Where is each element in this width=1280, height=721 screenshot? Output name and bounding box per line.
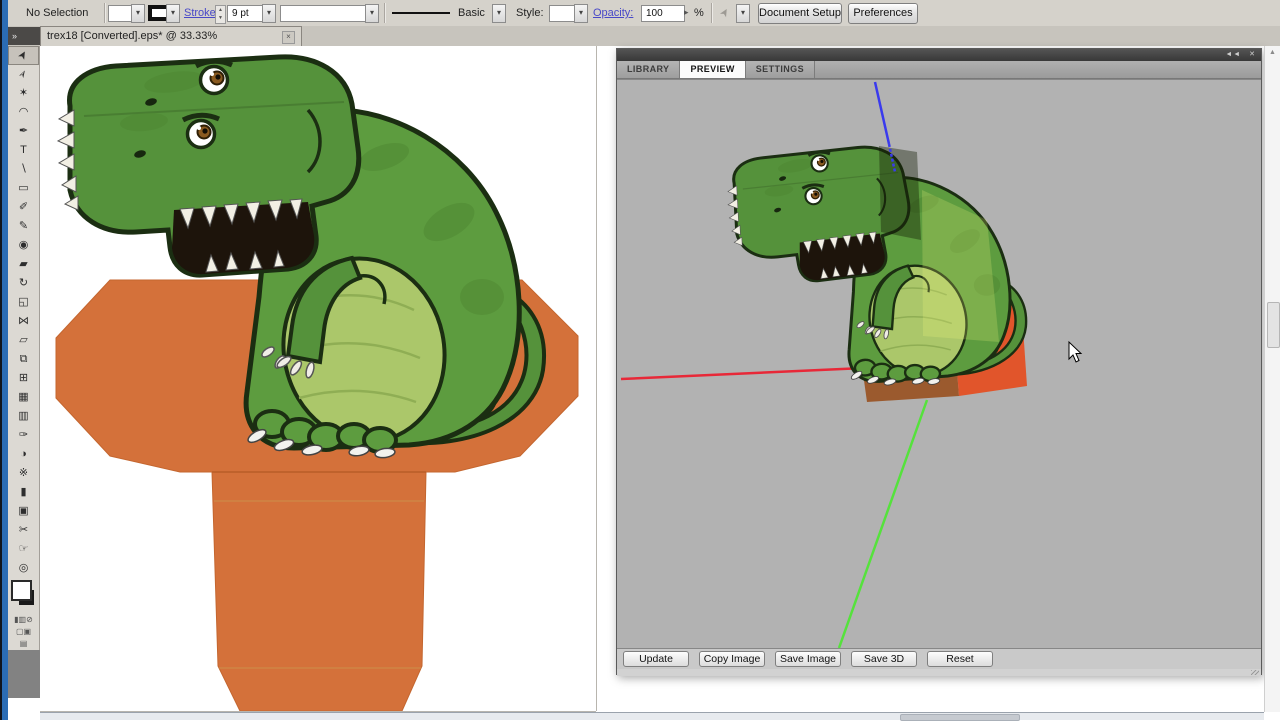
opacity-unit: %	[694, 7, 704, 19]
opacity-spinner-icon[interactable]: ▸	[684, 7, 689, 18]
stroke-weight-value[interactable]: 9 pt	[227, 5, 267, 22]
column-graph-tool[interactable]: ▮	[8, 483, 39, 502]
color-mode-buttons[interactable]: ▮▥⊘	[8, 614, 39, 626]
direct-selection-tool[interactable]: ➢	[8, 65, 39, 84]
separator	[384, 3, 385, 23]
save-3d-button[interactable]: Save 3D	[851, 651, 917, 667]
rectangle-tool[interactable]: ▭	[8, 179, 39, 198]
separator	[711, 3, 712, 23]
panel-header[interactable]: ◄◄ ✕	[617, 49, 1261, 61]
update-button[interactable]: Update	[623, 651, 689, 667]
document-tab-close-icon[interactable]: ×	[282, 31, 295, 44]
zoom-tool[interactable]: ◎	[8, 559, 39, 578]
perspective-grid-tool[interactable]: ⊞	[8, 369, 39, 388]
tools-panel-header[interactable]: »	[8, 27, 40, 45]
panel-resize-grip[interactable]	[617, 669, 1261, 676]
opacity-value[interactable]: 100	[641, 5, 685, 22]
mesh-tool[interactable]: ▦	[8, 388, 39, 407]
stroke-dropdown-arrow-icon[interactable]: ▾	[166, 4, 180, 23]
preferences-button[interactable]: Preferences	[848, 3, 918, 24]
type-tool[interactable]: T	[8, 141, 39, 160]
preview-panel: ◄◄ ✕ LIBRARYPREVIEWSETTINGS	[616, 48, 1262, 675]
panel-button-row: Update Copy Image Save Image Save 3D Reset	[617, 649, 1261, 669]
stroke-panel-link[interactable]: Stroke:	[184, 7, 219, 19]
drawing-mode-button[interactable]: ▢▣	[8, 626, 39, 638]
panel-close-icon[interactable]: ✕	[1249, 51, 1256, 58]
document-tab-strip: » × trex18 [Converted].eps* @ 33.33% (CM…	[8, 26, 1280, 46]
symbol-sprayer-tool[interactable]: ※	[8, 464, 39, 483]
toolbar-footer	[8, 650, 40, 698]
selection-status: No Selection	[26, 7, 88, 19]
shape-builder-tool[interactable]: ⧉	[8, 350, 39, 369]
artboard-canvas[interactable]	[40, 46, 597, 711]
style-label: Style:	[516, 7, 544, 19]
fill-stroke-indicator	[8, 578, 39, 614]
fill-color-dropdown[interactable]	[108, 5, 132, 22]
tab-settings[interactable]: SETTINGS	[746, 61, 815, 78]
fill-swatch[interactable]	[11, 580, 32, 601]
save-image-button[interactable]: Save Image	[775, 651, 841, 667]
document-tab[interactable]: × trex18 [Converted].eps* @ 33.33% (CMYK…	[40, 26, 302, 46]
blob-brush-tool[interactable]: ◉	[8, 236, 39, 255]
select-similar-arrow-icon[interactable]: ▾	[736, 4, 750, 23]
opacity-panel-link[interactable]: Opacity:	[593, 7, 633, 19]
gradient-tool[interactable]: ▥	[8, 407, 39, 426]
free-transform-tool[interactable]: ▱	[8, 331, 39, 350]
tab-preview[interactable]: PREVIEW	[680, 61, 745, 78]
vertical-scrollbar-thumb[interactable]	[1267, 302, 1280, 348]
selection-tool[interactable]: ➤	[8, 46, 39, 65]
select-similar-icon[interactable]: ➤	[720, 6, 729, 19]
illustrator-window: { "control_bar": { "selection_status": "…	[0, 0, 1280, 720]
window-edge	[0, 0, 8, 720]
horizontal-scrollbar[interactable]	[40, 712, 1264, 720]
width-tool[interactable]: ⋈	[8, 312, 39, 331]
brush-arrow-icon[interactable]: ▾	[492, 4, 506, 23]
copy-image-button[interactable]: Copy Image	[699, 651, 765, 667]
screen-mode-button[interactable]: ▤	[8, 638, 39, 650]
pencil-tool[interactable]: ✎	[8, 217, 39, 236]
tab-library[interactable]: LIBRARY	[617, 61, 680, 78]
eyedropper-tool[interactable]: ✑	[8, 426, 39, 445]
tools-panel: ➤➢✶◠✒T∖▭✐✎◉▰↻◱⋈▱⧉⊞▦▥✑◑※▮▣✂☞◎ ▮▥⊘▢▣▤	[8, 46, 40, 650]
document-setup-button[interactable]: Document Setup	[758, 3, 842, 24]
stroke-weight-arrow-icon[interactable]: ▾	[262, 4, 276, 23]
eraser-tool[interactable]: ▰	[8, 255, 39, 274]
magic-wand-tool[interactable]: ✶	[8, 84, 39, 103]
preview-3d-viewport[interactable]	[617, 79, 1261, 649]
panel-tabs: LIBRARYPREVIEWSETTINGS	[617, 61, 1261, 79]
reset-button[interactable]: Reset	[927, 651, 993, 667]
pen-tool[interactable]: ✒	[8, 122, 39, 141]
stroke-weight-stepper[interactable]: ▲▼	[215, 5, 226, 24]
rotate-tool[interactable]: ↻	[8, 274, 39, 293]
slice-tool[interactable]: ✂	[8, 521, 39, 540]
artboard-tool[interactable]: ▣	[8, 502, 39, 521]
control-bar: No Selection ▾ ▾ Stroke: ▲▼ 9 pt ▾ ▾ Bas…	[8, 0, 1280, 27]
paintbrush-tool[interactable]: ✐	[8, 198, 39, 217]
panel-collapse-icon[interactable]: ◄◄	[1225, 51, 1241, 58]
separator	[104, 3, 105, 23]
scroll-up-icon[interactable]: ▲	[1265, 46, 1280, 60]
width-profile-select[interactable]	[280, 5, 370, 22]
scale-tool[interactable]: ◱	[8, 293, 39, 312]
hand-tool[interactable]: ☞	[8, 540, 39, 559]
fill-dropdown-arrow-icon[interactable]: ▾	[131, 4, 145, 23]
brush-preview	[392, 12, 450, 14]
width-profile-arrow-icon[interactable]: ▾	[365, 4, 379, 23]
vertical-scrollbar[interactable]: ▲	[1264, 46, 1280, 712]
line-segment-tool[interactable]: ∖	[8, 160, 39, 179]
blend-tool[interactable]: ◑	[8, 445, 39, 464]
lasso-tool[interactable]: ◠	[8, 103, 39, 122]
style-arrow-icon[interactable]: ▾	[574, 4, 588, 23]
brush-name[interactable]: Basic	[458, 7, 485, 19]
